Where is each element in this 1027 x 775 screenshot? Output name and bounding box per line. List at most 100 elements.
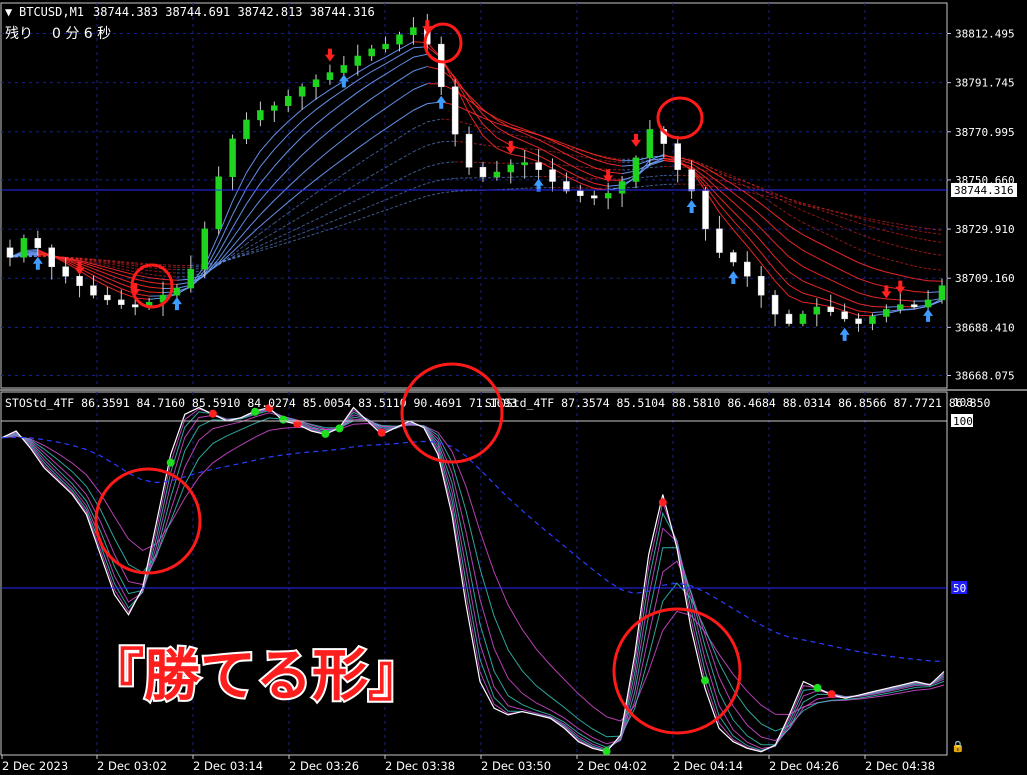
ribbon-segment [524,187,539,189]
price-axis-label: 38688.410 [955,321,1015,334]
time-axis-label: 2 Dec 03:38 [385,759,455,773]
candle-body [326,72,334,80]
candle-body [257,110,264,121]
candle-body [201,228,208,270]
candle-body [521,162,528,166]
candle-body [437,43,445,88]
candle-body [354,55,362,66]
symbol-label: BTCUSD,M1 [19,5,84,19]
candle-body [938,285,946,301]
time-axis-label: 2 Dec 03:14 [193,759,263,773]
stoch-buy-dot [166,458,175,467]
ribbon-segment [608,168,623,171]
candle-body [618,181,626,194]
candle-body [646,129,654,159]
candle-body [90,285,97,296]
candle-body [479,167,487,178]
candle-body [799,313,807,324]
candle-body [757,275,765,296]
candle-body [855,318,862,324]
candle-body [48,247,55,268]
menu-glyph[interactable]: ▼ [5,5,13,19]
stoch-buy-dot [279,415,288,424]
candle-body [382,43,389,50]
countdown-value: 0 分 6 秒 [52,26,111,42]
candle-body [869,316,876,324]
candle-body [897,304,904,310]
ohlc-readout: 38744.383 38744.691 38742.813 38744.316 [93,5,375,19]
stoch-sell-dot [827,690,836,699]
indicator-title: STOStd_4TF 86.3591 84.7160 85.5910 84.02… [5,396,517,410]
candle-body [813,306,821,315]
candle-body [785,313,793,324]
lock-icon[interactable]: 🔒 [951,740,965,753]
candle-body [883,309,890,317]
indicator-title-2: STOStd_4TF 87.3574 85.5104 88.5810 86.46… [485,396,990,410]
candle-body [34,238,42,249]
stoch-sell-dot [208,409,217,418]
stoch-sell-dot [658,498,667,507]
time-axis-label: 2 Dec 04:02 [577,759,647,773]
time-axis-label: 2 Dec 04:14 [673,759,743,773]
price-axis-label: 38668.075 [955,370,1015,383]
ribbon-segment [580,177,595,179]
candle-body [604,193,612,199]
candle-body [229,138,236,178]
stoch-buy-dot [700,676,709,685]
candle-body [6,247,14,258]
time-axis-label: 2 Dec 04:38 [865,759,935,773]
candle-body [368,48,375,57]
candle-body [62,266,69,277]
candle-body [396,34,403,45]
price-axis-label: 38812.495 [955,28,1015,41]
candle-body [20,238,28,258]
ribbon-segment [510,176,525,178]
candle-body [312,79,320,88]
candle-body [549,169,556,182]
indicator-axis-100: 100 [953,415,973,428]
stoch-buy-dot [321,429,330,438]
time-axis-label: 2 Dec 04:26 [769,759,839,773]
time-axis-label: 2 Dec 03:02 [97,759,167,773]
ribbon-segment [455,190,470,192]
winning-shape-caption: 『勝てる形』 [88,644,424,709]
candle-body [76,275,83,286]
candle-body [716,228,723,253]
candle-body [590,195,598,199]
indicator-axis-108: 108 [953,396,973,409]
indicator-axis-50: 50 [953,582,966,595]
candle-body [410,27,417,35]
ribbon-segment [872,306,887,308]
candle-body [535,162,542,170]
candle-body [910,304,918,308]
candle-body [577,190,584,196]
candle-body [131,304,139,308]
candle-body [632,157,640,182]
time-axis-label: 2 Dec 03:26 [289,759,359,773]
candle-body [340,65,348,73]
candle-body [298,86,306,97]
time-axis-label: 2 Dec 2023 [2,759,68,773]
candle-body [507,164,515,173]
countdown-label: 残り [5,26,33,42]
stoch-buy-dot [602,747,611,756]
candle-body [827,306,834,312]
candle-body [702,190,709,230]
price-axis-label: 38770.995 [955,126,1015,139]
candle-body [465,133,473,168]
candle-body [284,95,292,106]
candle-body [243,119,250,140]
candle-body [187,268,195,289]
stoch-buy-dot [813,683,822,692]
candle-body [674,143,681,170]
candle-body [744,261,751,277]
ribbon-segment [149,291,164,294]
ribbon-segment [162,283,177,285]
candle-body [215,176,222,230]
ribbon-segment [162,264,177,266]
candle-body [771,294,779,315]
trading-chart[interactable]: ▼ BTCUSD,M1 38744.383 38744.691 38742.81… [0,0,1027,775]
candle-body [688,169,695,192]
candle-body [271,105,278,111]
candle-body [493,171,501,178]
